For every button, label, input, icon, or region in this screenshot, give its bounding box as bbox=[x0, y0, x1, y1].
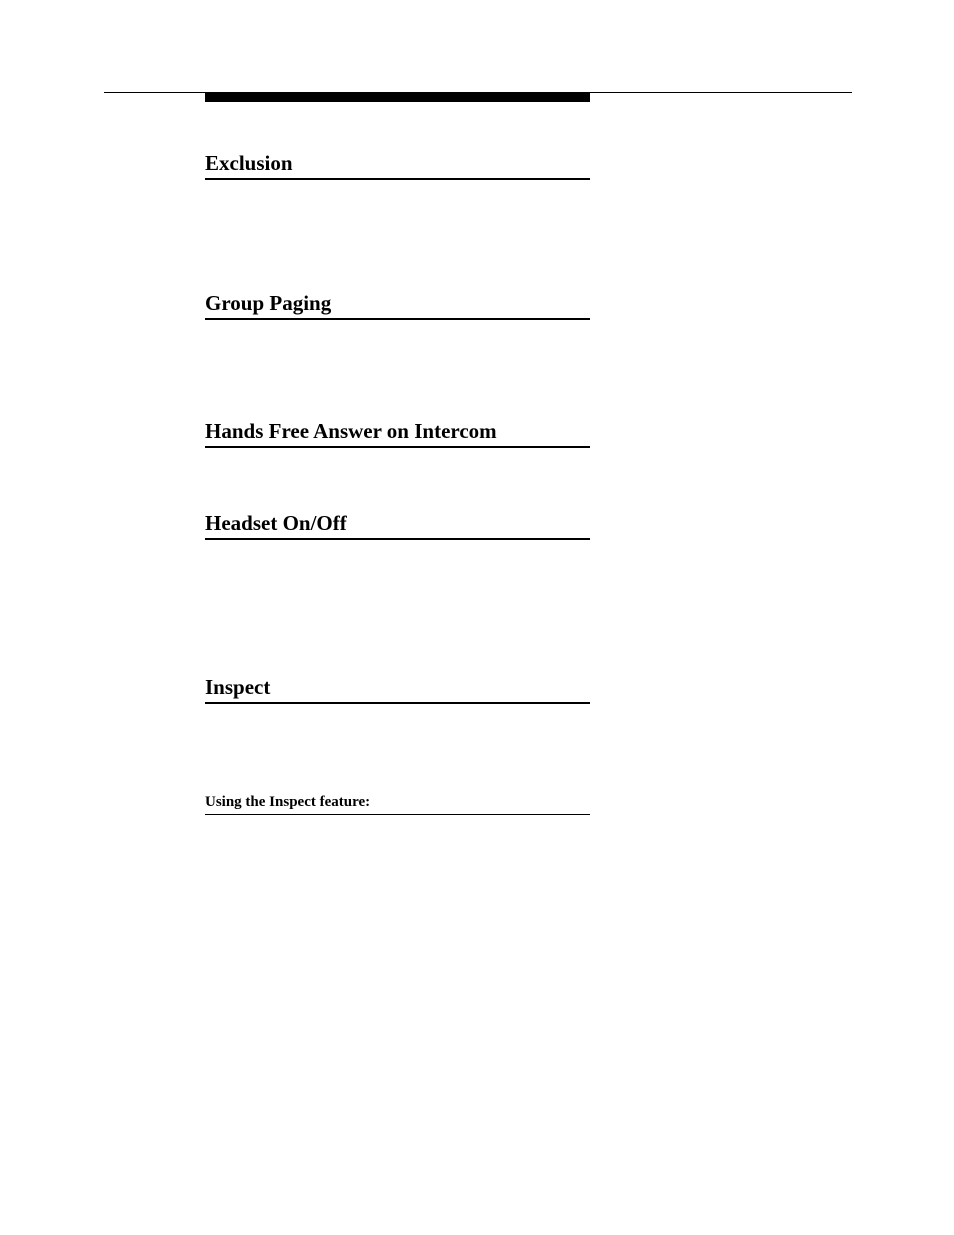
heading-hands-free-answer: Hands Free Answer on Intercom bbox=[205, 419, 590, 448]
document-page: Exclusion Group Paging Hands Free Answer… bbox=[0, 0, 954, 1235]
heading-inspect: Inspect bbox=[205, 675, 590, 704]
heading-headset-on-off: Headset On/Off bbox=[205, 511, 590, 540]
heading-exclusion: Exclusion bbox=[205, 151, 590, 180]
subheading-using-inspect: Using the Inspect feature: bbox=[205, 793, 590, 815]
heading-group-paging: Group Paging bbox=[205, 291, 590, 320]
header-rule-thick bbox=[205, 92, 590, 102]
